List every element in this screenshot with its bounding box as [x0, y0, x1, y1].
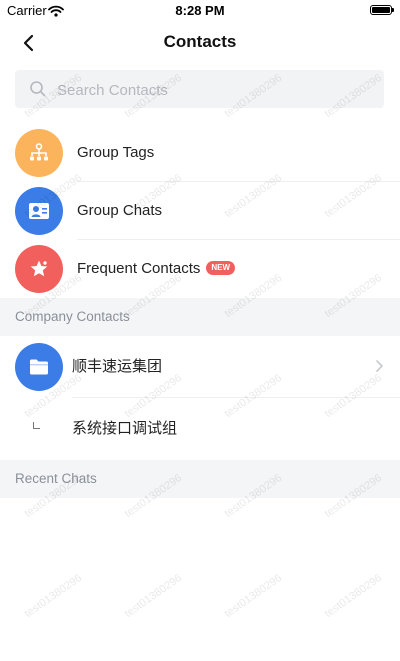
org-item-sf-express[interactable]: 顺丰速运集团 [0, 336, 400, 398]
folder-icon [15, 343, 63, 391]
watermark-text: test01380296 [122, 571, 185, 621]
recent-chats-header: Recent Chats [0, 460, 400, 498]
group-chats-icon [15, 187, 63, 235]
chevron-right-icon [374, 359, 384, 378]
new-badge: NEW [206, 261, 236, 276]
status-bar: Carrier 8:28 PM [0, 0, 400, 22]
frequent-contacts-item[interactable]: Frequent Contacts NEW [0, 240, 400, 298]
watermark-text: test01380296 [222, 571, 285, 621]
search-input[interactable] [55, 70, 379, 110]
company-contacts-header-label: Company Contacts [15, 309, 130, 324]
page-title: Contacts [163, 32, 237, 51]
group-chats-label: Group Chats [77, 202, 163, 219]
group-chats-item[interactable]: Group Chats [0, 182, 400, 240]
org-item-label: 系统接口调试组 [72, 420, 178, 437]
company-contacts-header: Company Contacts [0, 298, 400, 336]
search-bar[interactable] [15, 70, 384, 110]
tree-branch-icon [33, 422, 40, 429]
watermark-text: test01380296 [22, 571, 85, 621]
org-item-label: 顺丰速运集团 [72, 358, 163, 375]
battery-icon [370, 5, 394, 15]
star-icon [15, 245, 63, 293]
org-item-interface-debug-group[interactable]: 系统接口调试组 [0, 398, 400, 460]
group-tags-item[interactable]: Group Tags [0, 124, 400, 182]
status-time: 8:28 PM [175, 3, 225, 18]
group-tags-icon [15, 129, 63, 177]
search-icon [29, 80, 47, 103]
group-tags-label: Group Tags [77, 144, 155, 161]
frequent-contacts-text: Frequent Contacts [77, 260, 201, 277]
navigation-bar: Contacts [0, 22, 400, 62]
watermark-text: test01380296 [322, 571, 385, 621]
recent-chats-header-label: Recent Chats [15, 471, 97, 486]
frequent-contacts-label: Frequent Contacts NEW [77, 240, 236, 298]
